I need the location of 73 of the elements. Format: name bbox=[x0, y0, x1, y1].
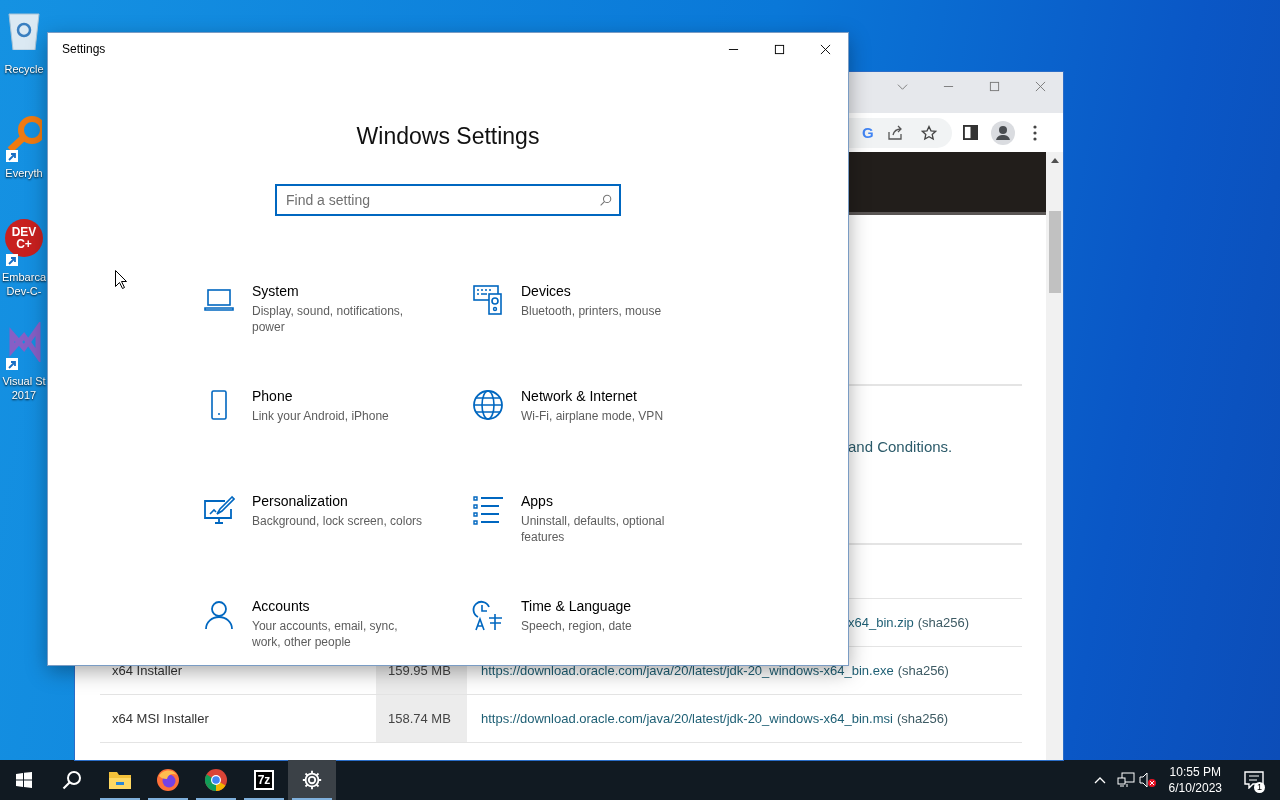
network-icon[interactable] bbox=[1116, 772, 1135, 788]
person-icon bbox=[203, 599, 235, 631]
category-description: Display, sound, notifications, power bbox=[252, 303, 405, 335]
share-icon bbox=[886, 124, 903, 141]
message-icon bbox=[1244, 771, 1264, 789]
side-panel-icon bbox=[963, 125, 979, 140]
category-description: Wi-Fi, airplane mode, VPN bbox=[521, 408, 665, 424]
close-icon bbox=[1034, 80, 1046, 92]
chrome-icon bbox=[204, 768, 228, 792]
file-size: 158.74 MB bbox=[376, 695, 467, 742]
taskbar-app[interactable] bbox=[288, 760, 336, 800]
shortcut-arrow-icon bbox=[6, 150, 18, 162]
close-icon bbox=[819, 43, 831, 55]
page-heading: Windows Settings bbox=[356, 123, 540, 150]
star-icon bbox=[920, 124, 937, 141]
avatar-icon bbox=[990, 120, 1015, 145]
keyboard-speaker-icon bbox=[472, 284, 504, 316]
shortcut-arrow-icon bbox=[6, 358, 18, 370]
folder-icon bbox=[108, 770, 132, 790]
download-link[interactable]: https://download.oracle.com/java/20/latest/jdk-20_windows-x64_bin.msi bbox=[481, 711, 893, 726]
notification-count: 1 bbox=[1254, 782, 1265, 793]
download-link[interactable]: https://download.oracle.com/java/20/latest/jdk-20_windows-x64_bin.exe bbox=[481, 663, 894, 678]
windows-logo-icon bbox=[16, 772, 32, 788]
shortcut-arrow-icon bbox=[6, 254, 18, 266]
taskbar-app[interactable]: 7z bbox=[240, 760, 288, 800]
scrollbar[interactable] bbox=[1046, 152, 1063, 760]
category-title[interactable]: System bbox=[252, 282, 424, 300]
scroll-thumb[interactable] bbox=[1048, 211, 1061, 293]
category-description: Link your Android, iPhone bbox=[252, 408, 390, 424]
category-title[interactable]: Apps bbox=[521, 492, 693, 510]
installer-name: x64 Installer bbox=[111, 662, 184, 680]
category-title[interactable]: Phone bbox=[252, 387, 424, 405]
search-icon bbox=[599, 194, 612, 207]
search-icon bbox=[62, 770, 82, 790]
category-title[interactable]: Personalization bbox=[252, 492, 424, 510]
time-text: 10:55 PM bbox=[1169, 764, 1221, 780]
checksum-link[interactable]: (sha256) bbox=[897, 663, 949, 678]
window-title: Settings bbox=[61, 42, 107, 56]
maximize-icon bbox=[988, 80, 1000, 92]
category-description: Bluetooth, printers, mouse bbox=[521, 303, 663, 319]
category-description: Background, lock screen, colors bbox=[252, 513, 424, 529]
category-title[interactable]: Accounts bbox=[252, 597, 424, 615]
category-title[interactable]: Devices bbox=[521, 282, 693, 300]
download-link[interactable]: x64_bin.zip bbox=[848, 615, 914, 630]
chevron-up-icon bbox=[1093, 776, 1106, 784]
notice-text: and Conditions. bbox=[847, 438, 954, 455]
checksum-link[interactable]: (sha256) bbox=[896, 711, 949, 726]
sevenzip-logo: 7z bbox=[253, 770, 275, 790]
mouse-pointer-icon bbox=[115, 270, 127, 289]
clock[interactable]: 10:55 PM 6/10/2023 bbox=[1160, 764, 1230, 796]
date-text: 6/10/2023 bbox=[1168, 780, 1222, 796]
search-field[interactable]: Find a setting bbox=[275, 184, 621, 216]
more-icon bbox=[1032, 124, 1037, 141]
clock-icon bbox=[472, 599, 504, 631]
maximize-icon bbox=[773, 43, 785, 55]
fox-globe-icon bbox=[156, 768, 180, 792]
installer-name: x64 MSI Installer bbox=[111, 710, 210, 728]
action-center-button[interactable]: 1 bbox=[1234, 760, 1274, 800]
scroll-up-icon[interactable] bbox=[1050, 158, 1059, 163]
dev-logo: DEV C+ bbox=[5, 219, 43, 257]
checksum-link[interactable]: (sha256) bbox=[917, 615, 970, 630]
category-description: Your accounts, email, sync, work, other people bbox=[252, 618, 399, 650]
category-title[interactable]: Time & Language bbox=[521, 597, 693, 615]
monitor-brush-icon bbox=[203, 494, 235, 526]
profile-button[interactable] bbox=[989, 119, 1016, 146]
category-title[interactable]: Network & Internet bbox=[521, 387, 693, 405]
category-description: Speech, region, date bbox=[521, 618, 633, 634]
list-icon bbox=[472, 494, 504, 526]
settings-icon bbox=[301, 769, 323, 791]
volume-muted-icon[interactable] bbox=[1138, 772, 1157, 788]
recycle-bin-icon bbox=[6, 10, 42, 50]
globe-icon bbox=[472, 389, 504, 421]
category-description: Uninstall, defaults, optional features bbox=[521, 513, 666, 545]
